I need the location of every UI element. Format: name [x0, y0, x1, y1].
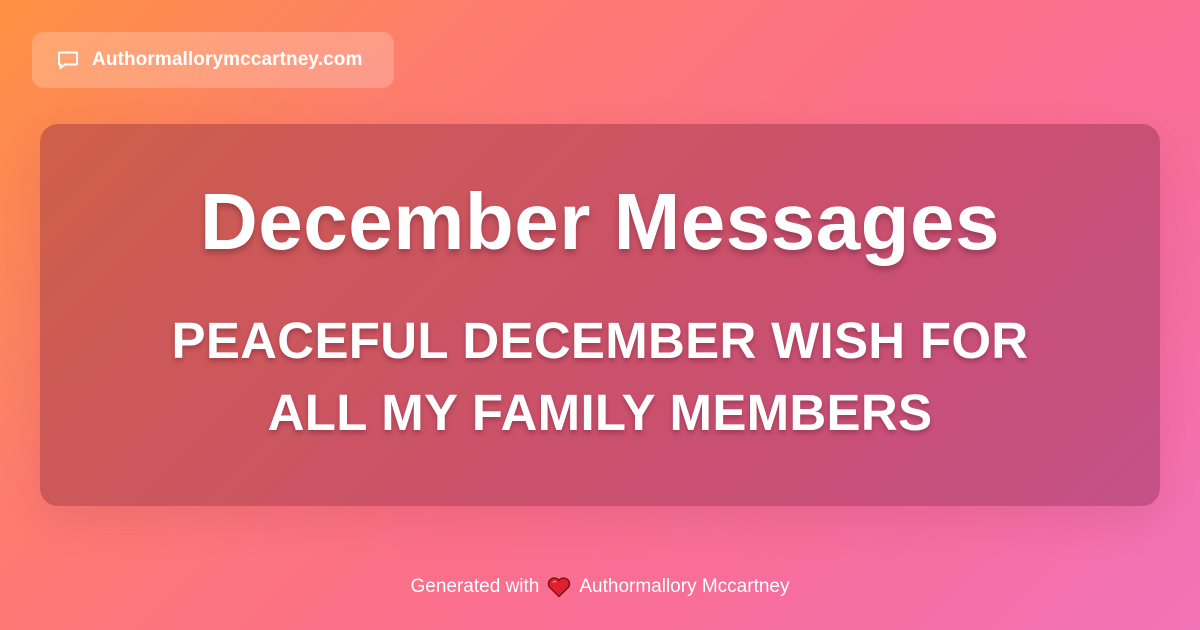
- footer-prefix: Generated with: [410, 576, 540, 597]
- footer: Generated with Authormallory Mccartney: [0, 574, 1200, 600]
- site-label: Authormallorymccartney.com: [92, 49, 363, 70]
- footer-author: Authormallory Mccartney: [579, 576, 790, 597]
- site-badge[interactable]: Authormallorymccartney.com: [32, 32, 394, 88]
- chat-bubble-icon: [56, 48, 80, 72]
- message-subtitle: PEACEFUL DECEMBER WISH FOR ALL MY FAMILY…: [171, 312, 1029, 441]
- page-title: December Messages: [199, 177, 1001, 266]
- heart-icon: [547, 576, 571, 598]
